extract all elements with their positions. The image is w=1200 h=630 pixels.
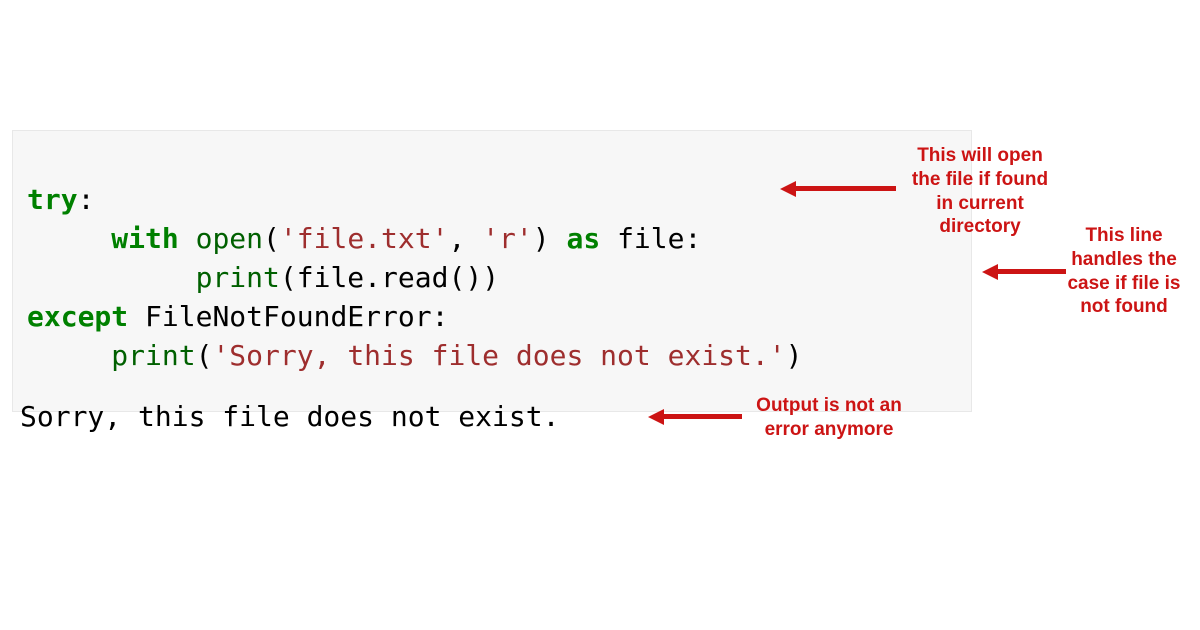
code-line-5: print('Sorry, this file does not exist.'… bbox=[27, 339, 802, 372]
code-line-3: print(file.read()) bbox=[27, 261, 499, 294]
fn-open: open bbox=[196, 222, 263, 255]
annotation-open-file: This will open the file if found in curr… bbox=[898, 144, 1062, 239]
code-block: try: with open('file.txt', 'r') as file:… bbox=[12, 130, 972, 412]
id-file: file bbox=[617, 222, 684, 255]
kw-with: with bbox=[111, 222, 178, 255]
str-filename: 'file.txt' bbox=[280, 222, 449, 255]
code-line-1: try: bbox=[27, 183, 94, 216]
kw-try: try bbox=[27, 183, 78, 216]
annotation-output: Output is not an error anymore bbox=[748, 394, 910, 442]
kw-as: as bbox=[566, 222, 600, 255]
id-filenotfounderror: FileNotFoundError bbox=[145, 300, 432, 333]
fn-print: print bbox=[111, 339, 195, 372]
str-mode: 'r' bbox=[482, 222, 533, 255]
annotation-except: This line handles the case if file is no… bbox=[1058, 224, 1190, 319]
kw-except: except bbox=[27, 300, 128, 333]
code-line-2: with open('file.txt', 'r') as file: bbox=[27, 222, 701, 255]
program-output: Sorry, this file does not exist. bbox=[20, 400, 559, 433]
str-error-message: 'Sorry, this file does not exist.' bbox=[212, 339, 785, 372]
code-line-4: except FileNotFoundError: bbox=[27, 300, 448, 333]
fn-print: print bbox=[196, 261, 280, 294]
